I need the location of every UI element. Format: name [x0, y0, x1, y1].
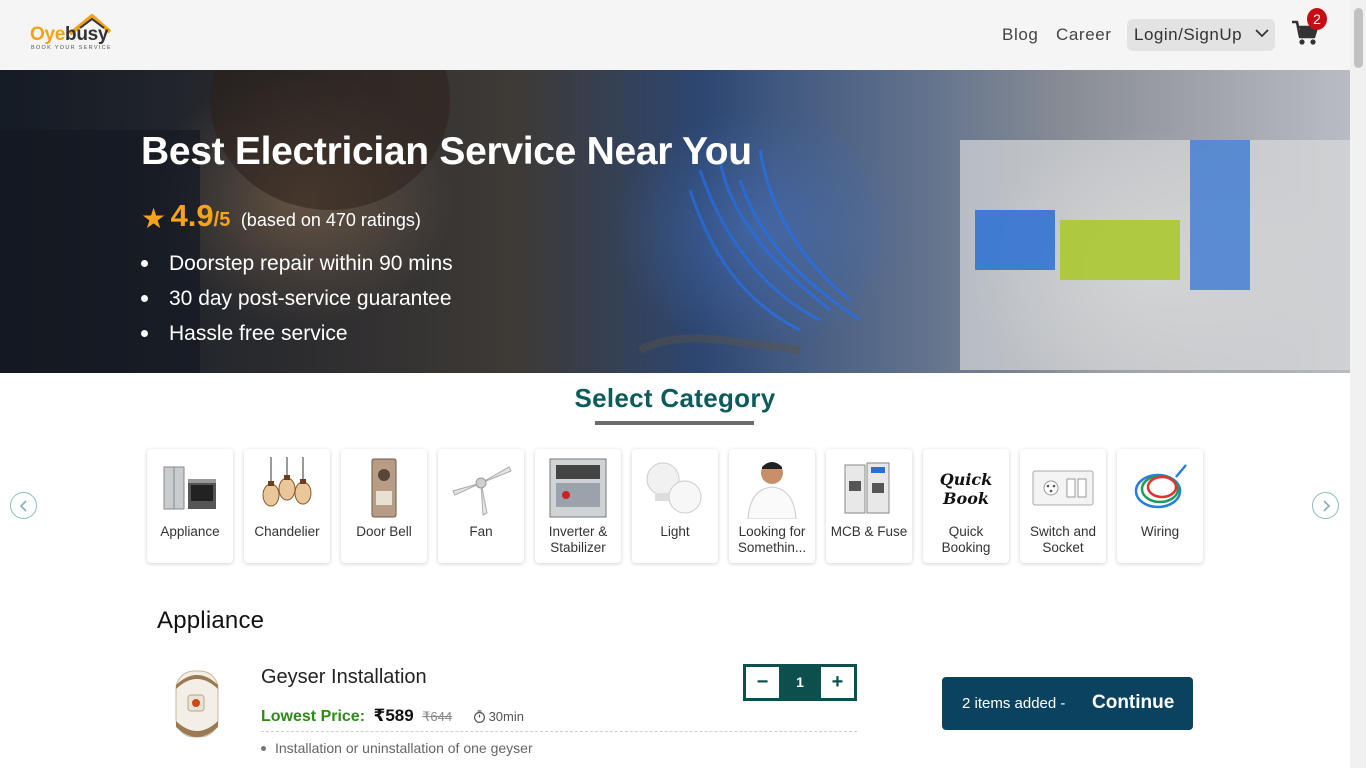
oyebusy-logo[interactable]: Oyebusy BOOK YOUR SERVICE [30, 14, 120, 54]
product-feature-item: Installation or uninstallation of one ge… [261, 740, 533, 756]
category-label: Chandelier [254, 524, 320, 539]
login-signup-dropdown[interactable]: Login/SignUp [1127, 19, 1275, 51]
hero-feature-item: Doorstep repair within 90 mins [141, 252, 453, 287]
category-card-inverter-stabilizer[interactable]: Inverter & Stabilizer [535, 449, 621, 563]
person-icon [747, 462, 797, 519]
category-card-door-bell[interactable]: Door Bell [341, 449, 427, 563]
carousel-next-button[interactable] [1312, 492, 1339, 519]
quantity-stepper: − 1 + [743, 664, 857, 701]
category-card-quick-booking[interactable]: Quick Book Quick Booking [923, 449, 1009, 563]
rating-out-of: /5 [213, 209, 231, 231]
section-title-appliance: Appliance [157, 607, 265, 634]
nav-blog-link[interactable]: Blog [1002, 25, 1038, 45]
hero-title: Best Electrician Service Near You [141, 130, 752, 173]
category-card-fan[interactable]: Fan [438, 449, 524, 563]
quick-book-icon: Quick Book [940, 470, 992, 508]
category-card-light[interactable]: Light [632, 449, 718, 563]
wiring-icon [1134, 464, 1187, 509]
bullet-icon [141, 295, 148, 302]
logo-wordmark: Oyebusy [30, 24, 109, 45]
chandelier-icon [262, 457, 312, 507]
category-label: Looking for Somethin... [737, 524, 807, 555]
rating-count: (based on 470 ratings) [240, 210, 421, 230]
increase-quantity-button[interactable]: + [821, 667, 854, 698]
chevron-left-icon [19, 500, 27, 512]
mcb-icon [844, 462, 890, 514]
continue-label: Continue [1092, 692, 1175, 713]
rating-score: 4.9 [170, 198, 214, 233]
category-card-appliance[interactable]: Appliance [147, 449, 233, 563]
page-scrollbar[interactable] [1350, 0, 1366, 768]
light-icon [646, 462, 702, 514]
items-added-text: 2 items added - [962, 695, 1066, 712]
category-card-looking-for-something[interactable]: Looking for Somethin... [729, 449, 815, 563]
logo-tagline: BOOK YOUR SERVICE [31, 45, 112, 51]
category-label: Switch and Socket [1029, 524, 1097, 555]
scrollbar-thumb[interactable] [1354, 8, 1363, 68]
decrease-quantity-button[interactable]: − [746, 667, 779, 698]
category-label: Door Bell [356, 524, 412, 539]
bullet-icon [141, 260, 148, 267]
category-card-wiring[interactable]: Wiring [1117, 449, 1203, 563]
category-card-chandelier[interactable]: Chandelier [244, 449, 330, 563]
chevron-down-icon [1255, 29, 1269, 38]
geyser-product-image [175, 670, 219, 738]
original-price: ₹644 [422, 709, 453, 724]
top-header: Oyebusy BOOK YOUR SERVICE Blog Career Lo… [0, 0, 1350, 70]
category-card-mcb-fuse[interactable]: MCB & Fuse [826, 449, 912, 563]
category-label: Fan [469, 524, 493, 539]
category-label: Light [660, 524, 690, 539]
timer-icon [473, 710, 485, 723]
category-card-switch-socket[interactable]: Switch and Socket [1020, 449, 1106, 563]
hero-feature-list: Doorstep repair within 90 mins 30 day po… [141, 252, 453, 357]
hero-banner: Best Electrician Service Near You ★ 4.9/… [0, 70, 1350, 373]
select-category-heading: Select Category [574, 383, 776, 413]
hero-feature-item: Hassle free service [141, 322, 453, 357]
product-name[interactable]: Geyser Installation [261, 666, 427, 689]
bullet-icon [141, 330, 148, 337]
svg-text:Quick: Quick [940, 470, 992, 489]
nav-career-link[interactable]: Career [1056, 25, 1112, 45]
service-duration: 30min [473, 709, 524, 724]
svg-text:Book: Book [942, 489, 989, 508]
dashed-divider [261, 731, 857, 732]
bullet-icon [261, 746, 266, 751]
quantity-value: 1 [796, 674, 804, 690]
category-label: Quick Booking [941, 524, 991, 555]
current-price: ₹589 [373, 706, 414, 725]
door-bell-icon [371, 458, 397, 518]
cart-count-badge: 2 [1307, 8, 1327, 30]
appliance-icon [163, 466, 216, 510]
price-label: Lowest Price: [261, 708, 366, 725]
inverter-icon [549, 458, 607, 518]
category-label: Appliance [160, 524, 220, 539]
hero-feature-item: 30 day post-service guarantee [141, 287, 453, 322]
hero-rating: ★ 4.9/5 (based on 470 ratings) [141, 198, 421, 234]
heading-underline [595, 421, 754, 425]
continue-button[interactable]: 2 items added - Continue [942, 677, 1193, 730]
category-label: MCB & Fuse [830, 524, 908, 539]
fan-icon [452, 466, 512, 516]
category-label: Inverter & Stabilizer [548, 524, 608, 555]
star-icon: ★ [141, 203, 167, 234]
category-label: Wiring [1140, 524, 1180, 539]
carousel-prev-button[interactable] [10, 492, 37, 519]
login-signup-label: Login/SignUp [1134, 25, 1243, 44]
switch-socket-icon [1032, 470, 1094, 506]
price-row: Lowest Price: ₹589 ₹644 30min [261, 706, 524, 726]
chevron-right-icon [1323, 500, 1331, 512]
